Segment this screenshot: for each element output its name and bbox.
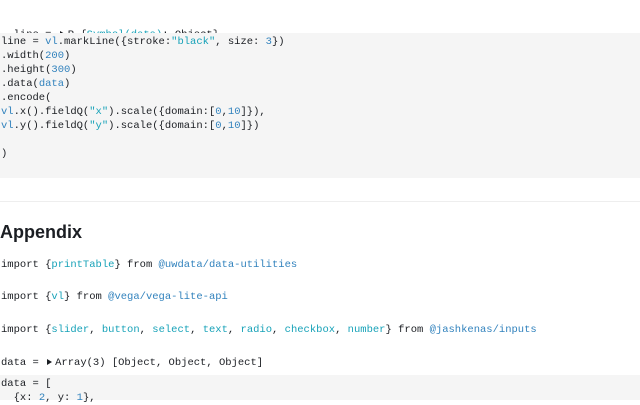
- import-name: number: [347, 324, 386, 336]
- import-name: checkbox: [284, 324, 336, 336]
- code-line: vl.x().fieldQ("x").scale({domain:[0,10]}…: [1, 106, 266, 118]
- import-printtable[interactable]: import {printTable} from @uwdata/data-ut…: [1, 258, 297, 272]
- import-vl[interactable]: import {vl} from @vega/vega-lite-api: [1, 290, 228, 304]
- code-cell-data[interactable]: [0, 375, 640, 400]
- expand-triangle-icon[interactable]: [47, 359, 53, 366]
- code-line: .encode(: [1, 92, 52, 104]
- import-name: vl: [51, 291, 65, 303]
- code-line: vl.y().fieldQ("y").scale({domain:[0,10]}…: [1, 120, 260, 132]
- import-name: text: [202, 324, 228, 336]
- code-line: ): [1, 148, 8, 160]
- code-line: line = vl.markLine({stroke:"black", size…: [1, 36, 285, 48]
- code-line: .width(200): [1, 50, 71, 62]
- import-source-link[interactable]: @uwdata/data-utilities: [159, 259, 298, 271]
- import-source-link[interactable]: @jashkenas/inputs: [430, 324, 537, 336]
- import-name: button: [101, 324, 140, 336]
- output-var-name: data: [1, 357, 27, 369]
- import-name: slider: [51, 324, 90, 336]
- data-output[interactable]: data = Array(3) [Object, Object, Object]: [1, 356, 263, 370]
- appendix-heading: Appendix: [0, 222, 83, 242]
- import-inputs[interactable]: import {slider, button, select, text, ra…: [1, 323, 537, 337]
- import-source-link[interactable]: @vega/vega-lite-api: [108, 291, 228, 303]
- divider: [0, 201, 640, 202]
- code-line: .data(data): [1, 78, 71, 90]
- code-line: .height(300): [1, 64, 77, 76]
- output-type: Array(3) [Object, Object, Object]: [55, 357, 264, 369]
- import-name: printTable: [51, 259, 115, 271]
- import-name: radio: [240, 324, 273, 336]
- code-line: {x: 2, y: 1},: [1, 392, 96, 404]
- import-name: select: [152, 324, 191, 336]
- code-line: data = [: [1, 378, 52, 390]
